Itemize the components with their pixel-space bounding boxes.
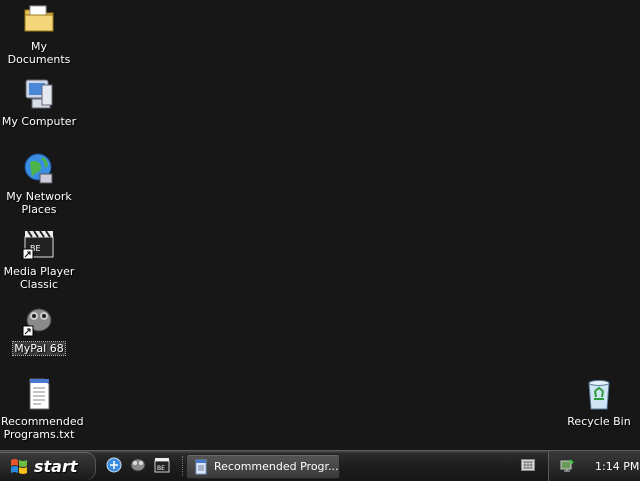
notepad-icon bbox=[195, 459, 207, 474]
media-player-classic-icon: BE bbox=[22, 227, 56, 261]
desktop-icon-label: Programs.txt bbox=[3, 428, 75, 441]
clock[interactable]: 1:14 PM bbox=[595, 460, 639, 473]
start-label: start bbox=[34, 456, 78, 476]
desktop-icon-recycle-bin[interactable]: Recycle Bin bbox=[560, 377, 638, 428]
taskbar-separator bbox=[182, 456, 185, 476]
text-file-icon bbox=[22, 377, 56, 411]
desktop-icon-label: Media Player bbox=[3, 265, 75, 278]
network-places-icon bbox=[22, 152, 56, 186]
folder-documents-icon bbox=[22, 2, 56, 36]
desktop-icon-recommended-programs-txt[interactable]: Recommended Programs.txt bbox=[0, 377, 84, 441]
desktop-icon-label: My Documents bbox=[7, 40, 71, 66]
desktop-icon-my-documents[interactable]: My Documents bbox=[0, 2, 78, 66]
windows-logo-icon bbox=[11, 459, 27, 474]
computer-icon bbox=[22, 77, 56, 111]
recycle-bin-icon bbox=[582, 377, 616, 411]
keyboard-icon[interactable] bbox=[521, 459, 535, 471]
desktop-icon-label: Recommended bbox=[1, 415, 84, 428]
taskbar-button-recommended-programs[interactable]: Recommended Progr... bbox=[186, 454, 340, 479]
desktop-icon-my-computer[interactable]: My Computer bbox=[0, 77, 78, 128]
desktop[interactable]: My Documents My Computer My Network Plac… bbox=[0, 0, 640, 450]
mypal-icon bbox=[22, 304, 56, 338]
quick-launch: BE bbox=[105, 456, 171, 476]
start-button[interactable]: start bbox=[0, 452, 96, 480]
desktop-icon-my-network-places[interactable]: My Network Places bbox=[0, 152, 78, 216]
taskbar-button-label: Recommended Progr... bbox=[214, 460, 339, 473]
network-tray-icon[interactable] bbox=[559, 458, 575, 474]
desktop-icon-mypal[interactable]: MyPal 68 bbox=[0, 304, 78, 356]
desktop-icon-label: My Network bbox=[6, 190, 72, 203]
browser-icon[interactable] bbox=[105, 456, 123, 474]
taskbar: start BE Recommended Progr... 1:14 PM bbox=[0, 450, 640, 481]
svg-text:BE: BE bbox=[157, 465, 165, 472]
desktop-icon-label: My Computer bbox=[1, 115, 77, 128]
desktop-icon-label: MyPal 68 bbox=[12, 341, 66, 356]
media-player-quicklaunch-icon[interactable]: BE bbox=[153, 456, 171, 474]
desktop-icon-label: Places bbox=[21, 203, 57, 216]
desktop-icon-media-player-classic[interactable]: BE Media Player Classic bbox=[0, 227, 78, 291]
system-tray: 1:14 PM bbox=[548, 451, 640, 481]
mypal-quicklaunch-icon[interactable] bbox=[129, 456, 147, 474]
desktop-icon-label: Recycle Bin bbox=[567, 415, 631, 428]
desktop-icon-label: Classic bbox=[19, 278, 59, 291]
